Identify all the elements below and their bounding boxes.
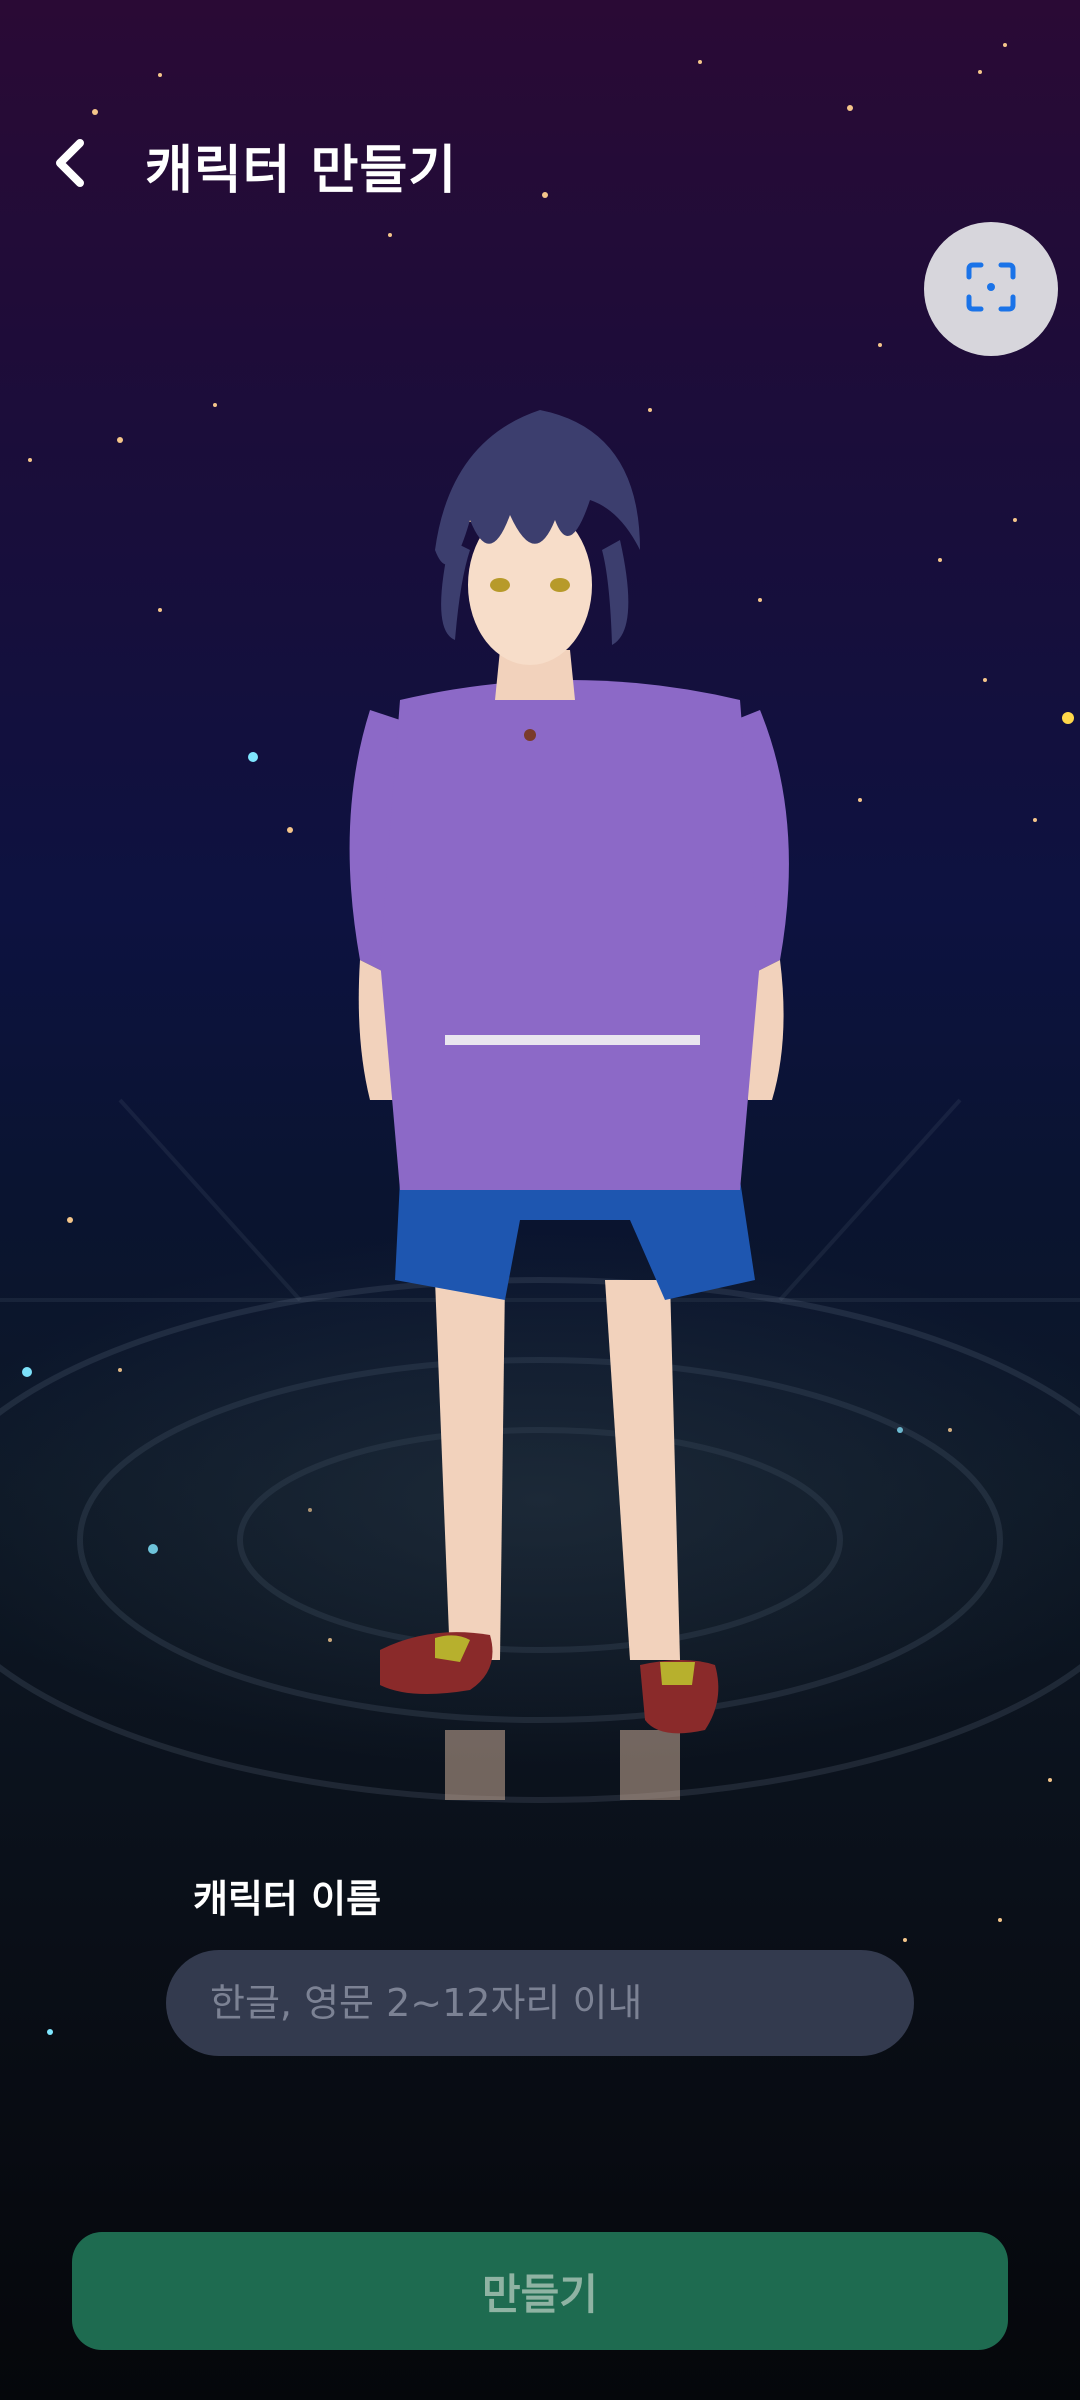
camera-focus-button[interactable] bbox=[924, 222, 1058, 356]
back-button[interactable] bbox=[40, 130, 100, 200]
character-name-input[interactable] bbox=[166, 1950, 914, 2056]
chevron-left-icon bbox=[50, 137, 90, 193]
focus-frame-icon bbox=[963, 259, 1019, 319]
create-button[interactable]: 만들기 bbox=[72, 2232, 1008, 2350]
character-name-label: 캐릭터 이름 bbox=[193, 1877, 382, 1921]
app-header: 캐릭터 만들기 bbox=[0, 110, 1080, 220]
page-title: 캐릭터 만들기 bbox=[145, 141, 458, 201]
character-preview bbox=[349, 410, 789, 1800]
